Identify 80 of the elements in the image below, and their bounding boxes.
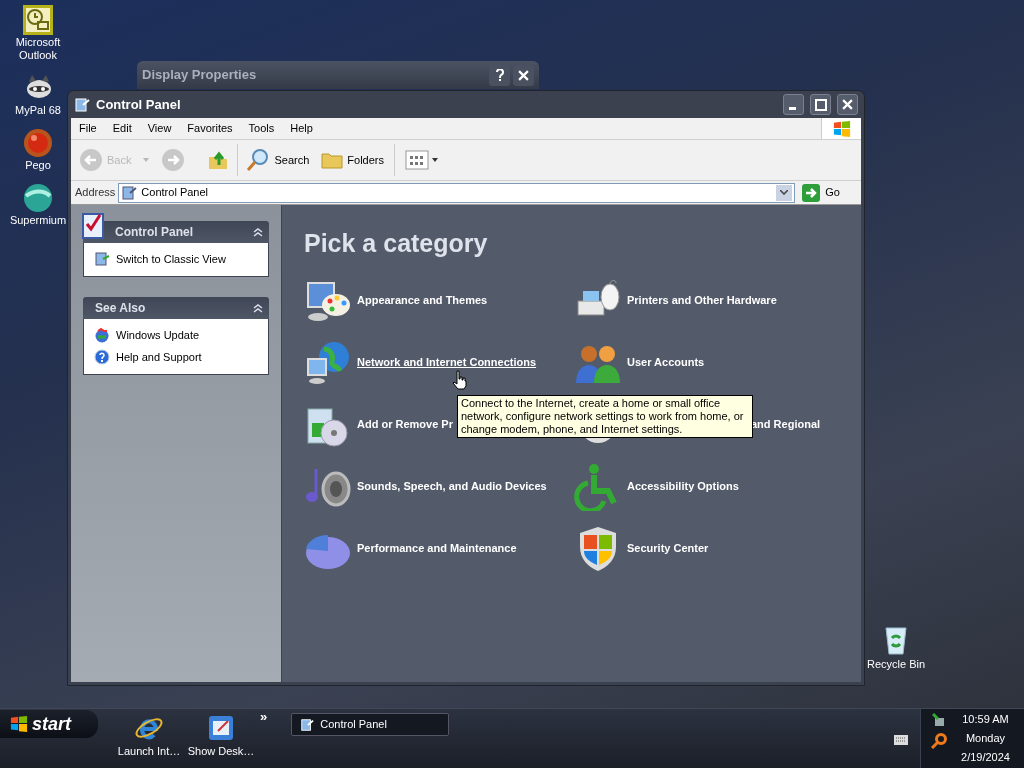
desktop-icon bbox=[206, 713, 236, 743]
clock-day: Monday bbox=[965, 729, 1006, 748]
search-icon bbox=[246, 148, 271, 172]
control-panel-icon bbox=[74, 96, 90, 113]
windows-logo-icon bbox=[832, 119, 851, 138]
window-title: Display Properties bbox=[142, 66, 258, 85]
help-button[interactable] bbox=[489, 64, 510, 86]
desktop-icon-label[interactable]: Microsoft Outlook bbox=[8, 36, 68, 62]
category-link[interactable]: Accessibility Options bbox=[627, 478, 739, 495]
menu-item[interactable]: View bbox=[139, 120, 180, 137]
close-icon bbox=[842, 99, 853, 110]
tooltip: Connect to the Internet, create a home or small office network, configure network settings to work from home, or change modem, phone, and Internet settings. bbox=[457, 395, 753, 438]
folder-up-icon[interactable] bbox=[207, 149, 230, 171]
desktop-icon-label[interactable]: MyPal 68 bbox=[15, 104, 61, 117]
views-button[interactable] bbox=[405, 150, 438, 170]
clock-date: 2/19/2024 bbox=[961, 750, 1010, 765]
category-link[interactable]: Security Center bbox=[627, 540, 709, 557]
network-icon[interactable] bbox=[932, 713, 946, 727]
go-button[interactable]: Go bbox=[798, 183, 844, 202]
folders-button[interactable]: Folders bbox=[321, 149, 384, 171]
task-link[interactable]: Help and Support bbox=[116, 349, 202, 366]
sphere-icon bbox=[22, 127, 54, 159]
task-link[interactable]: Switch to Classic View bbox=[116, 251, 226, 268]
close-button[interactable] bbox=[513, 64, 534, 86]
windows-logo-icon bbox=[10, 715, 28, 733]
taskbar-button[interactable]: Control Panel bbox=[291, 713, 450, 736]
help-icon bbox=[94, 349, 110, 366]
page-heading: Pick a category bbox=[304, 228, 489, 259]
chevron-button[interactable]: » bbox=[260, 707, 268, 727]
menu-item[interactable]: File bbox=[71, 120, 105, 137]
calendar-icon bbox=[22, 4, 54, 36]
close-icon bbox=[518, 69, 529, 81]
menu-item[interactable]: Help bbox=[282, 120, 321, 137]
control-panel-icon bbox=[121, 184, 138, 201]
panel-title: See Also bbox=[95, 299, 147, 317]
start-button[interactable]: start bbox=[0, 710, 98, 738]
globe-icon bbox=[94, 326, 110, 343]
quick-launch-button[interactable]: Show Desk… bbox=[188, 713, 254, 760]
sphere-icon bbox=[22, 182, 54, 214]
arrow-right-icon bbox=[802, 183, 821, 202]
desktop-icon-label[interactable]: Pego bbox=[25, 159, 51, 172]
category-link[interactable]: Appearance and Themes bbox=[357, 292, 488, 309]
control-panel-icon bbox=[300, 717, 315, 732]
close-button[interactable] bbox=[837, 94, 858, 115]
hand-pointer-icon bbox=[452, 370, 468, 390]
minimize-icon bbox=[788, 107, 796, 110]
search-button[interactable]: Search bbox=[246, 148, 310, 172]
category-link[interactable]: User Accounts bbox=[627, 354, 705, 371]
menu-item[interactable]: Edit bbox=[104, 120, 140, 137]
caret-icon bbox=[432, 158, 438, 162]
address-field[interactable]: Control Panel bbox=[118, 182, 796, 203]
desktop-icon-label[interactable]: Recycle Bin bbox=[866, 656, 926, 673]
panel-title: Control Panel bbox=[115, 224, 194, 241]
collapse-icon[interactable] bbox=[253, 227, 263, 237]
category-link[interactable]: Add or Remove Pr bbox=[357, 416, 453, 433]
maximize-icon bbox=[814, 98, 827, 111]
menu-item[interactable]: Favorites bbox=[179, 120, 241, 137]
clock-time[interactable]: 10:59 AM bbox=[962, 710, 1009, 729]
window-icon bbox=[94, 251, 110, 268]
desktop-icon-label[interactable]: Supermium bbox=[9, 214, 67, 227]
panel-header[interactable]: Control Panel bbox=[83, 221, 269, 243]
category-link[interactable]: Printers and Other Hardware bbox=[627, 292, 777, 309]
menu-item[interactable]: Tools bbox=[240, 120, 283, 137]
maximize-button[interactable] bbox=[810, 94, 831, 115]
quick-launch-button[interactable]: Launch Int… bbox=[116, 713, 182, 760]
grid-view-icon bbox=[405, 150, 429, 170]
collapse-icon[interactable] bbox=[253, 302, 263, 313]
help-icon bbox=[495, 69, 504, 81]
dropdown-button[interactable] bbox=[776, 184, 793, 201]
task-link[interactable]: Windows Update bbox=[116, 326, 200, 343]
category-link[interactable]: Network and Internet Connections bbox=[357, 354, 537, 371]
window-title: Control Panel bbox=[96, 95, 182, 114]
category-link[interactable]: Performance and Maintenance bbox=[357, 540, 517, 557]
category-link[interactable]: Sounds, Speech, and Audio Devices bbox=[357, 478, 547, 495]
chevron-down-icon bbox=[780, 190, 789, 195]
panel-header[interactable]: See Also bbox=[83, 296, 269, 319]
minimize-button[interactable] bbox=[783, 94, 804, 115]
address-label: Address bbox=[75, 185, 116, 201]
caret-icon bbox=[143, 158, 150, 162]
magnifier-icon[interactable] bbox=[931, 733, 947, 749]
